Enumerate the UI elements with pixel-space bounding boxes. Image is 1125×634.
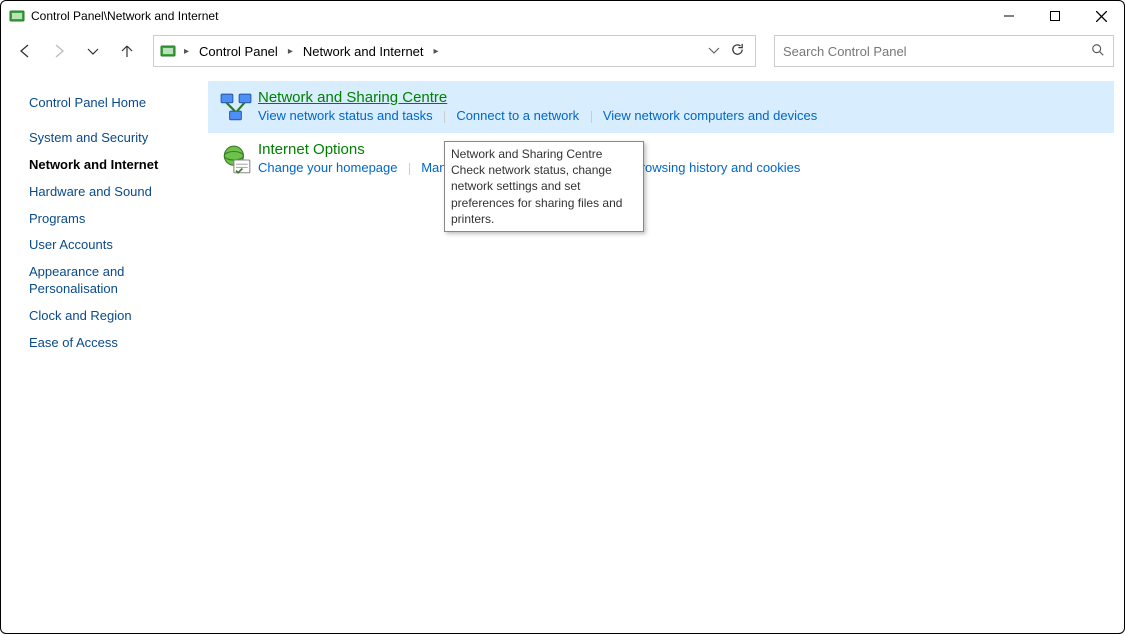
sidebar-item-clock-region[interactable]: Clock and Region	[29, 308, 198, 325]
category-title-network-sharing[interactable]: Network and Sharing Centre	[258, 89, 447, 106]
breadcrumb-current[interactable]: Network and Internet	[301, 44, 426, 59]
content-area: Network and Sharing Centre View network …	[208, 71, 1124, 633]
titlebar: Control Panel\Network and Internet	[1, 1, 1124, 31]
chevron-right-icon[interactable]: ▸	[284, 46, 297, 57]
search-input[interactable]	[783, 44, 1091, 59]
category-network-sharing: Network and Sharing Centre View network …	[208, 81, 1114, 133]
sidebar-item-user-accounts[interactable]: User Accounts	[29, 237, 198, 254]
sidebar-item-system-security[interactable]: System and Security	[29, 130, 198, 147]
toolbar: ▸ Control Panel ▸ Network and Internet ▸	[1, 31, 1124, 71]
sidebar-item-ease-of-access[interactable]: Ease of Access	[29, 335, 198, 352]
sidebar-item-programs[interactable]: Programs	[29, 211, 198, 228]
category-title-internet-options[interactable]: Internet Options	[258, 141, 365, 158]
chevron-right-icon[interactable]: ▸	[430, 46, 443, 57]
chevron-right-icon[interactable]: ▸	[180, 46, 193, 57]
search-bar[interactable]	[774, 35, 1114, 67]
search-icon[interactable]	[1091, 43, 1105, 60]
separator	[444, 111, 445, 123]
internet-options-icon	[214, 141, 258, 177]
tooltip-title: Network and Sharing Centre	[451, 146, 637, 162]
network-sharing-icon	[214, 89, 258, 125]
window-title: Control Panel\Network and Internet	[31, 9, 218, 23]
address-bar-icon	[160, 43, 176, 59]
back-button[interactable]	[11, 37, 39, 65]
separator	[591, 111, 592, 123]
breadcrumb-root[interactable]: Control Panel	[197, 44, 280, 59]
tooltip-body: Check network status, change network set…	[451, 162, 637, 227]
address-dropdown-icon[interactable]	[708, 44, 720, 59]
sidebar: Control Panel Home System and Security N…	[1, 71, 208, 633]
refresh-button[interactable]	[730, 42, 745, 60]
category-internet-options: Internet Options Change your homepage Ma…	[208, 133, 1114, 185]
link-change-homepage[interactable]: Change your homepage	[258, 160, 398, 175]
forward-button[interactable]	[45, 37, 73, 65]
address-bar[interactable]: ▸ Control Panel ▸ Network and Internet ▸	[153, 35, 756, 67]
sidebar-item-appearance[interactable]: Appearance and Personalisation	[29, 264, 198, 298]
link-connect-network[interactable]: Connect to a network	[456, 108, 579, 123]
recent-locations-button[interactable]	[79, 37, 107, 65]
maximize-button[interactable]	[1032, 1, 1078, 31]
sidebar-home[interactable]: Control Panel Home	[29, 95, 198, 112]
separator	[409, 163, 410, 175]
link-view-network-computers[interactable]: View network computers and devices	[603, 108, 817, 123]
sidebar-item-network-internet[interactable]: Network and Internet	[29, 157, 198, 174]
tooltip: Network and Sharing Centre Check network…	[444, 141, 644, 232]
link-view-network-status[interactable]: View network status and tasks	[258, 108, 433, 123]
control-panel-icon	[9, 8, 25, 24]
up-button[interactable]	[113, 37, 141, 65]
sidebar-item-hardware-sound[interactable]: Hardware and Sound	[29, 184, 198, 201]
minimize-button[interactable]	[986, 1, 1032, 31]
close-button[interactable]	[1078, 1, 1124, 31]
